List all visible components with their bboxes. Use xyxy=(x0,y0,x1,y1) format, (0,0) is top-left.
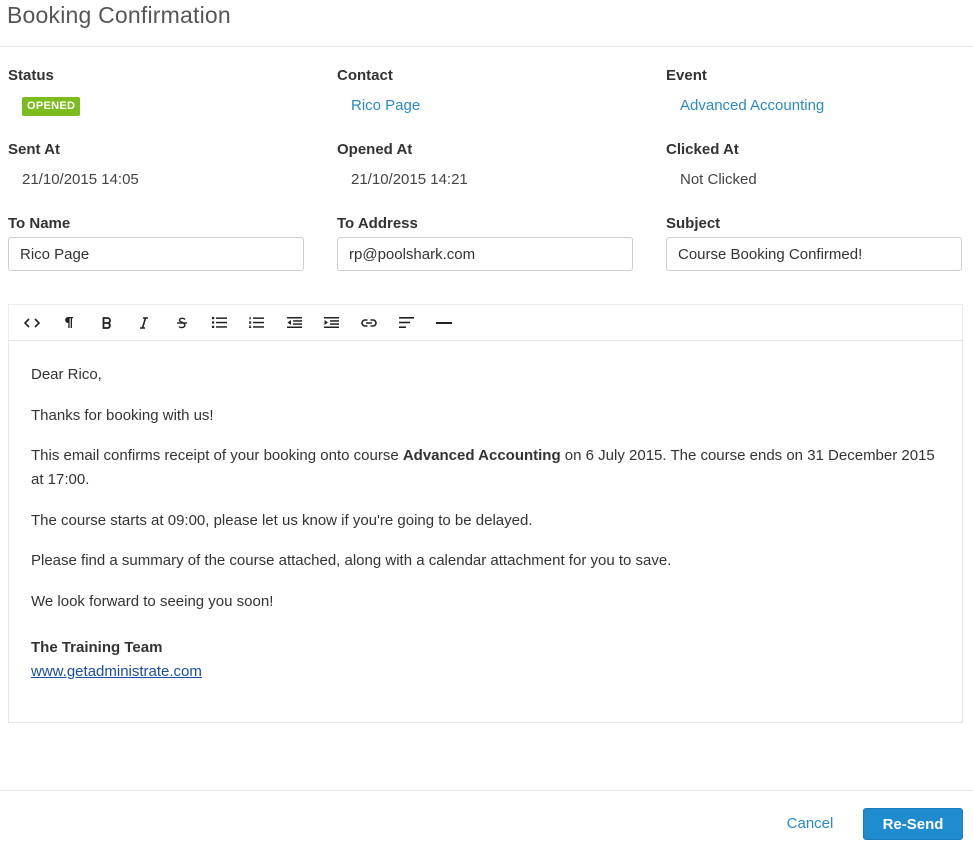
clicked-at-value: Not Clicked xyxy=(680,171,757,188)
bold-icon xyxy=(102,316,111,329)
subject-label: Subject xyxy=(666,215,721,232)
ordered-list-button[interactable] xyxy=(238,308,276,338)
to-name-label: To Name xyxy=(8,215,71,232)
unordered-list-button[interactable] xyxy=(201,308,239,338)
event-label: Event xyxy=(666,67,707,84)
strikethrough-icon xyxy=(176,317,187,328)
pilcrow-icon xyxy=(65,317,74,328)
italic-button[interactable] xyxy=(126,308,164,338)
status-badge: OPENED xyxy=(22,97,81,116)
outdent-button[interactable] xyxy=(276,308,314,338)
opened-at-value: 21/10/2015 14:21 xyxy=(351,171,468,188)
link-button[interactable] xyxy=(351,308,389,338)
confirmation-prefix: This email confirms receipt of your book… xyxy=(31,447,403,464)
email-attachments-note: Please find a summary of the course atta… xyxy=(31,552,672,569)
website-link[interactable]: www.getadministrate.com xyxy=(31,663,202,680)
email-body-editor[interactable]: Dear Rico, Thanks for booking with us! T… xyxy=(8,340,963,723)
contact-label: Contact xyxy=(337,67,393,84)
email-thanks: Thanks for booking with us! xyxy=(31,406,214,424)
indent-icon xyxy=(324,317,340,328)
paragraph-button[interactable] xyxy=(51,308,89,338)
sent-at-value: 21/10/2015 14:05 xyxy=(22,171,139,188)
outdent-icon xyxy=(286,317,302,328)
italic-icon xyxy=(140,316,149,329)
opened-at-label: Opened At xyxy=(337,141,413,158)
contact-link[interactable]: Rico Page xyxy=(351,97,420,114)
horizontal-rule-button[interactable] xyxy=(426,308,464,338)
modal-title: Booking Confirmation xyxy=(7,2,231,28)
footer-divider xyxy=(0,790,973,791)
email-greeting: Dear Rico, xyxy=(31,366,102,383)
email-signature: The Training Team www.getadministrate.com xyxy=(31,636,940,684)
clicked-at-label: Clicked At xyxy=(666,141,739,158)
event-link[interactable]: Advanced Accounting xyxy=(680,97,824,114)
title-divider xyxy=(0,46,973,47)
sent-at-label: Sent At xyxy=(8,141,60,158)
editor-toolbar xyxy=(8,304,963,340)
status-label: Status xyxy=(8,67,54,84)
signature-name: The Training Team xyxy=(31,638,163,656)
email-closing: We look forward to seeing you soon! xyxy=(31,592,274,610)
to-name-input[interactable] xyxy=(8,237,304,271)
align-left-button[interactable] xyxy=(388,308,426,338)
unordered-list-icon xyxy=(211,317,227,328)
link-icon xyxy=(361,318,377,327)
course-name: Advanced Accounting xyxy=(402,447,561,464)
to-address-label: To Address xyxy=(337,215,418,232)
email-start-time: The course starts at 09:00, please let u… xyxy=(31,511,533,529)
code-view-button[interactable] xyxy=(13,308,51,338)
resend-button[interactable]: Re-Send xyxy=(863,808,963,840)
strikethrough-button[interactable] xyxy=(163,308,201,338)
align-left-icon xyxy=(399,317,415,328)
code-icon xyxy=(23,317,40,328)
subject-input[interactable] xyxy=(666,237,962,271)
bold-button[interactable] xyxy=(88,308,126,338)
indent-button[interactable] xyxy=(313,308,351,338)
email-confirmation: This email confirms receipt of your book… xyxy=(31,444,940,492)
to-address-input[interactable] xyxy=(337,237,633,271)
ordered-list-icon xyxy=(249,317,265,328)
cancel-button[interactable]: Cancel xyxy=(778,808,842,840)
horizontal-rule-icon xyxy=(436,321,453,324)
